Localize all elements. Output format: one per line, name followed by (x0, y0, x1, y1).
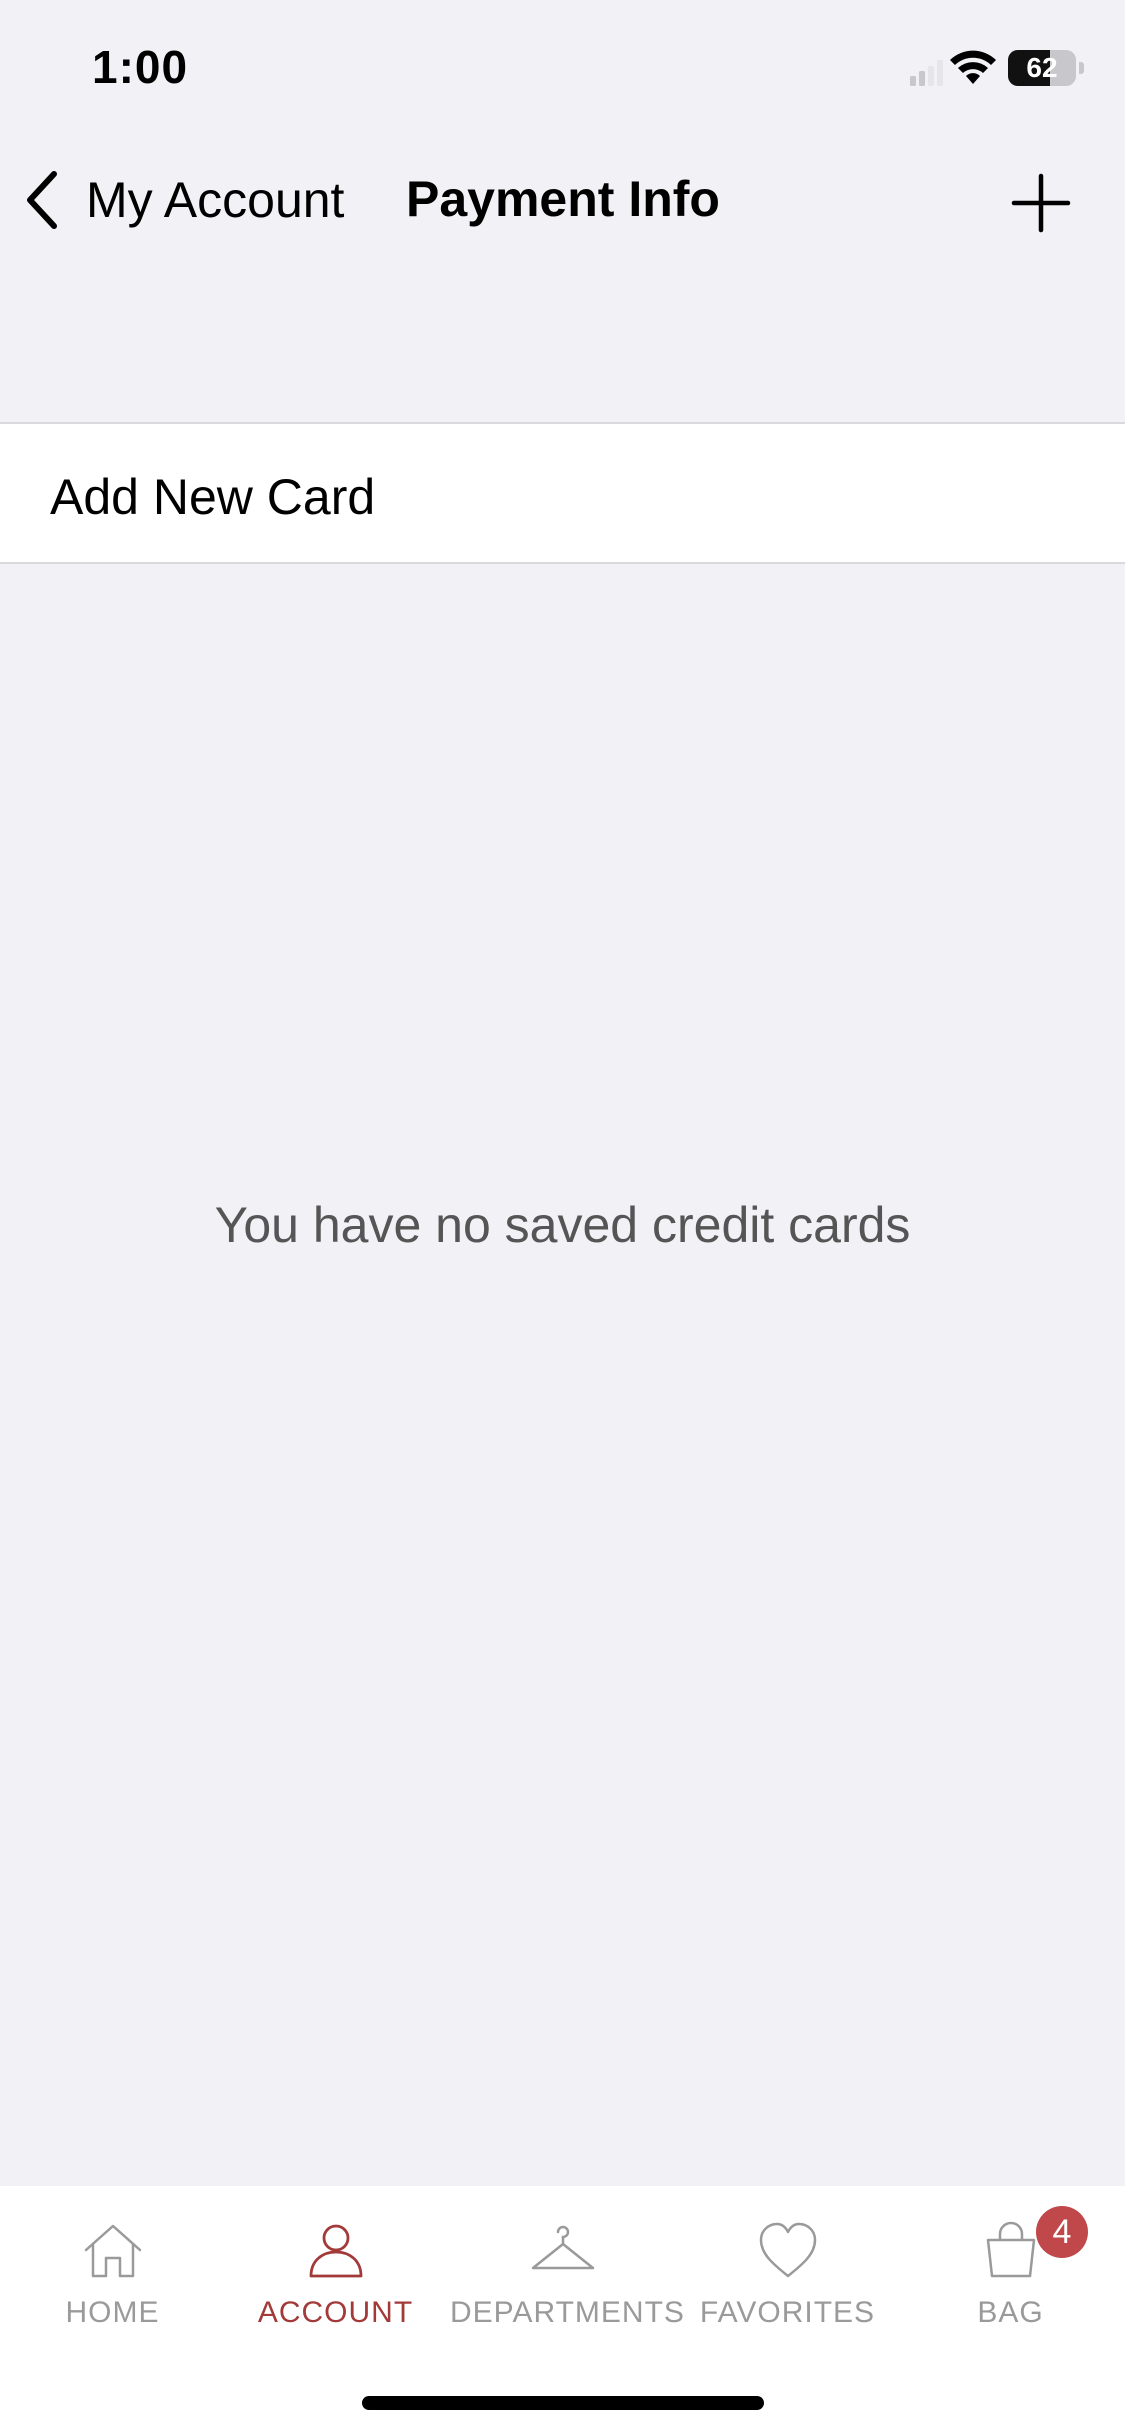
heart-icon (759, 2222, 817, 2278)
add-button[interactable] (1010, 172, 1072, 234)
tab-departments-label: DEPARTMENTS (450, 2296, 685, 2329)
home-indicator (362, 2396, 764, 2410)
tab-favorites[interactable]: FAVORITES (675, 2206, 900, 2356)
tab-account-label: ACCOUNT (257, 2296, 414, 2329)
battery-icon: 62 (1008, 50, 1084, 86)
battery-body: 62 (1008, 50, 1076, 86)
bag-icon (986, 2221, 1036, 2278)
status-bar: 1:00 62 (0, 0, 1125, 140)
add-new-card-row[interactable]: Add New Card (0, 422, 1125, 564)
back-button[interactable]: My Account (22, 162, 344, 238)
battery-level: 62 (1026, 52, 1058, 83)
battery-cap (1079, 62, 1084, 74)
tab-bag[interactable]: 4 BAG (898, 2206, 1123, 2356)
empty-state-message: You have no saved credit cards (214, 1197, 911, 1253)
navigation-bar: My Account Payment Info (0, 140, 1125, 260)
back-label: My Account (86, 172, 345, 228)
bag-count-badge: 4 (1036, 2206, 1088, 2258)
tab-home-label: HOME (65, 2296, 160, 2329)
plus-icon (1011, 173, 1071, 233)
tab-bag-label: BAG (977, 2296, 1044, 2329)
home-icon (84, 2224, 142, 2278)
add-new-card-label: Add New Card (50, 469, 376, 525)
tab-departments[interactable]: DEPARTMENTS (450, 2206, 685, 2356)
wifi-icon (950, 50, 996, 84)
payment-info-screen: 1:00 62 My Account Payment Info Add New … (0, 0, 1125, 2436)
tab-home[interactable]: HOME (0, 2206, 225, 2356)
cellular-signal-icon (910, 60, 943, 86)
status-time: 1:00 (92, 41, 189, 93)
tab-account[interactable]: ACCOUNT (223, 2206, 448, 2356)
person-icon (309, 2224, 363, 2278)
tab-favorites-label: FAVORITES (699, 2296, 876, 2329)
page-title: Payment Info (406, 171, 720, 227)
hanger-icon (531, 2225, 595, 2270)
chevron-left-icon (27, 171, 57, 229)
